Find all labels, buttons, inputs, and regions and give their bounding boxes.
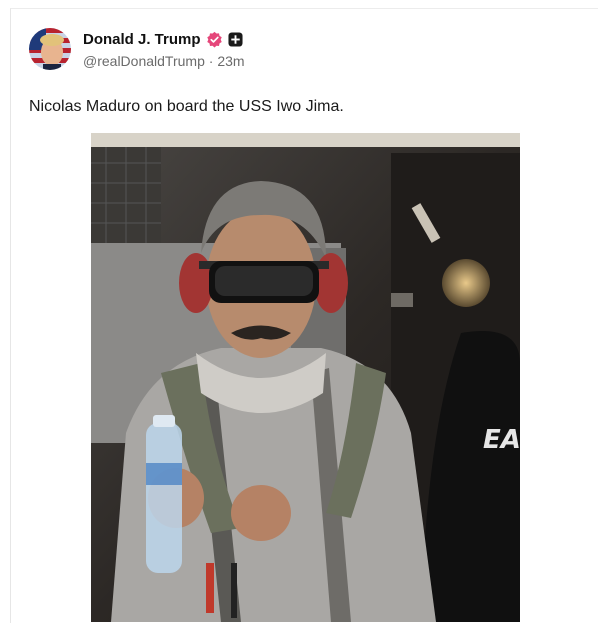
author-name-row: Donald J. Trump	[83, 29, 243, 49]
flag-portrait-avatar-icon	[29, 28, 71, 70]
post-photo[interactable]: EA	[91, 133, 520, 622]
plus-badge-icon	[227, 31, 243, 47]
photo-partial-text: EA	[483, 425, 520, 455]
photo-image: EA	[91, 133, 520, 622]
author-avatar[interactable]	[29, 28, 71, 70]
author-display-name[interactable]: Donald J. Trump	[83, 31, 201, 48]
post-text: Nicolas Maduro on board the USS Iwo Jima…	[29, 98, 344, 115]
author-handle[interactable]: @realDonaldTrump	[83, 53, 205, 69]
post-time[interactable]: 23m	[217, 53, 244, 69]
verified-badge-icon	[206, 31, 222, 47]
author-meta: @realDonaldTrump · 23m	[83, 53, 245, 69]
meta-separator: ·	[208, 53, 214, 69]
